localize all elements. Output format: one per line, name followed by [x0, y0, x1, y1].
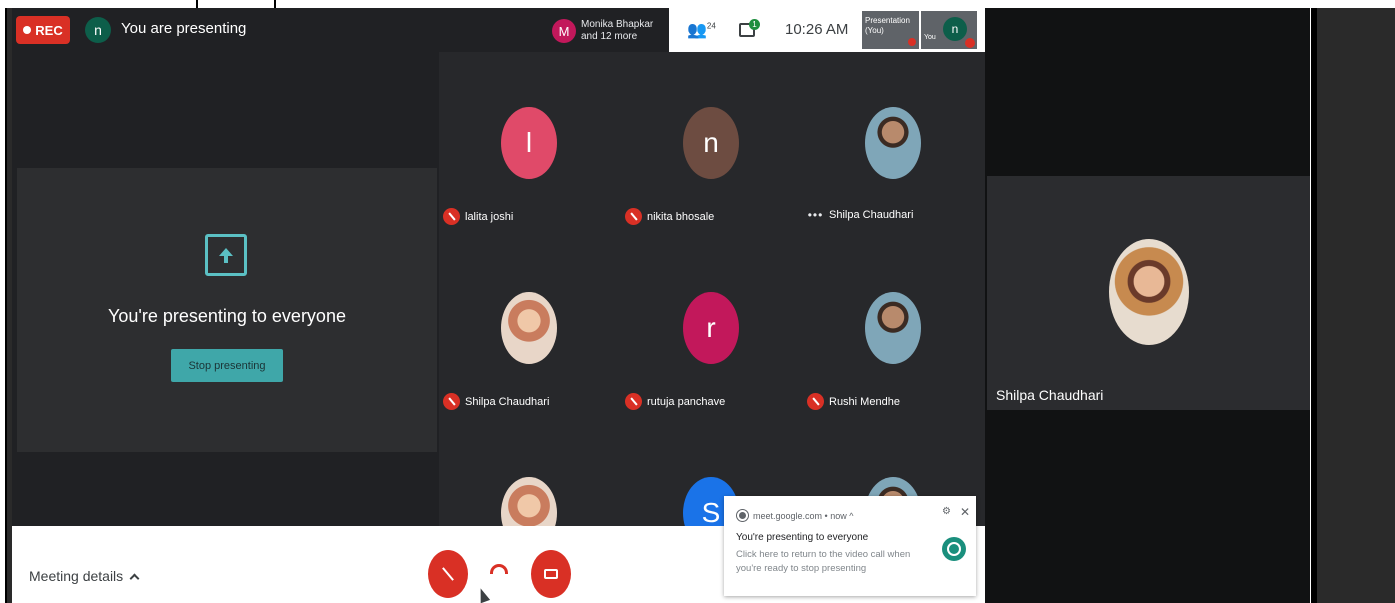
chat-button[interactable]: 1	[739, 19, 761, 39]
camera-toggle-button[interactable]	[531, 550, 571, 598]
presenting-message: You're presenting to everyone	[108, 306, 346, 326]
chrome-notification[interactable]: meet.google.com • now ^ ⚙ ✕ You're prese…	[724, 496, 976, 596]
speaking-indicator-icon: •••	[807, 208, 824, 222]
mic-off-icon	[443, 208, 460, 225]
clock: 10:26 AM	[785, 21, 849, 38]
tab-divider	[274, 0, 276, 8]
hang-up-button[interactable]	[490, 564, 508, 574]
spotlight-tile[interactable]: Shilpa Chaudhari	[987, 176, 1310, 410]
top-tab-strip	[0, 0, 1395, 8]
microphone-toggle-button[interactable]	[428, 550, 468, 598]
side-video-panel: Shilpa Chaudhari	[985, 8, 1310, 603]
participant-avatar: r	[683, 292, 739, 364]
presenting-status: You are presenting	[121, 20, 247, 37]
self-thumbnail-avatar: n	[943, 17, 967, 41]
mic-off-icon	[625, 393, 642, 410]
people-button[interactable]: 👥24	[687, 20, 716, 40]
record-dot-icon	[23, 26, 32, 34]
participant-avatar	[865, 292, 921, 364]
participant-name-row: rutuja panchave	[625, 393, 725, 410]
notification-title: You're presenting to everyone	[736, 532, 869, 543]
presenting-panel: You're presenting to everyone Stop prese…	[17, 168, 437, 452]
participant-name: lalita joshi	[465, 210, 514, 223]
close-icon[interactable]: ✕	[960, 505, 970, 519]
participant-more-count: and 12 more	[581, 31, 638, 42]
participant-avatar: M	[552, 19, 576, 43]
settings-gear-icon[interactable]: ⚙	[942, 506, 951, 517]
participant-avatar: l	[501, 107, 557, 179]
recording-label: REC	[35, 22, 63, 38]
people-count: 24	[706, 21, 716, 31]
spotlight-name: Shilpa Chaudhari	[996, 387, 1104, 403]
participant-avatar	[865, 107, 921, 179]
participant-tile[interactable]: r rutuja panchave	[621, 237, 803, 422]
recording-badge: REC	[16, 16, 70, 44]
left-window-frame	[5, 8, 12, 603]
participant-name: Shilpa Chaudhari	[829, 209, 914, 221]
participant-name-row: ••• Shilpa Chaudhari	[807, 208, 914, 222]
participant-video	[1109, 239, 1189, 345]
participant-grid: l lalita joshi n nikita bhosale ••• Shilpa Ch…	[439, 52, 985, 549]
participant-name: Rushi Mendhe	[829, 395, 900, 408]
chrome-icon	[737, 510, 748, 521]
present-screen-icon	[205, 234, 247, 276]
participant-tile[interactable]: l lalita joshi	[439, 52, 621, 237]
screen: REC n You are presenting M Monika Bhapka…	[0, 0, 1395, 603]
participant-name-row: lalita joshi	[443, 208, 513, 225]
mic-off-icon	[443, 393, 460, 410]
self-thumbnail-label: You	[924, 34, 936, 41]
participant-tile[interactable]: ••• Shilpa Chaudhari	[803, 52, 985, 237]
participant-tile[interactable]: Shilpa Chaudhari	[439, 237, 621, 422]
self-thumbnail[interactable]: n You	[921, 11, 977, 49]
mic-off-icon	[965, 38, 975, 48]
meet-window: REC n You are presenting M Monika Bhapka…	[12, 8, 985, 603]
participant-avatar: n	[683, 107, 739, 179]
meeting-details-label: Meeting details	[29, 568, 124, 584]
people-icon: 👥	[687, 22, 707, 39]
mic-off-icon	[807, 393, 824, 410]
right-window-edge	[1317, 8, 1395, 603]
google-meet-icon	[942, 537, 966, 561]
mouse-cursor-icon	[475, 586, 491, 603]
participant-name-row: Shilpa Chaudhari	[443, 393, 549, 410]
participant-name: nikita bhosale	[647, 210, 715, 223]
participant-name: Shilpa Chaudhari	[465, 395, 550, 408]
mic-off-icon	[908, 38, 916, 46]
presentation-thumbnail[interactable]: Presentation (You)	[862, 11, 919, 49]
participant-avatar	[501, 292, 557, 364]
meeting-toolbar: 👥24 1 10:26 AM Presentation (You) n You	[669, 8, 985, 52]
mic-off-icon	[625, 208, 642, 225]
other-participants-summary[interactable]: M Monika Bhapkar and 12 more	[552, 14, 653, 48]
participant-name-row: Rushi Mendhe	[807, 393, 900, 410]
notification-source: meet.google.com • now ^	[753, 510, 854, 521]
self-avatar: n	[85, 17, 111, 43]
participant-tile[interactable]: Rushi Mendhe	[803, 237, 985, 422]
participant-tile[interactable]: n nikita bhosale	[621, 52, 803, 237]
participant-name-row: nikita bhosale	[625, 208, 714, 225]
meeting-details-button[interactable]: Meeting details	[29, 568, 140, 584]
mic-off-icon	[442, 567, 454, 581]
camera-off-icon	[544, 569, 558, 579]
participant-name: Monika Bhapkar	[581, 19, 654, 30]
chevron-up-icon	[129, 573, 140, 583]
tab-divider	[196, 0, 198, 8]
notification-body: Click here to return to the video call w…	[736, 549, 911, 574]
presentation-thumbnail-label: Presentation (You)	[865, 16, 910, 35]
chat-badge: 1	[749, 19, 760, 30]
participant-name: rutuja panchave	[647, 395, 726, 408]
stop-presenting-button[interactable]: Stop presenting	[171, 349, 283, 382]
